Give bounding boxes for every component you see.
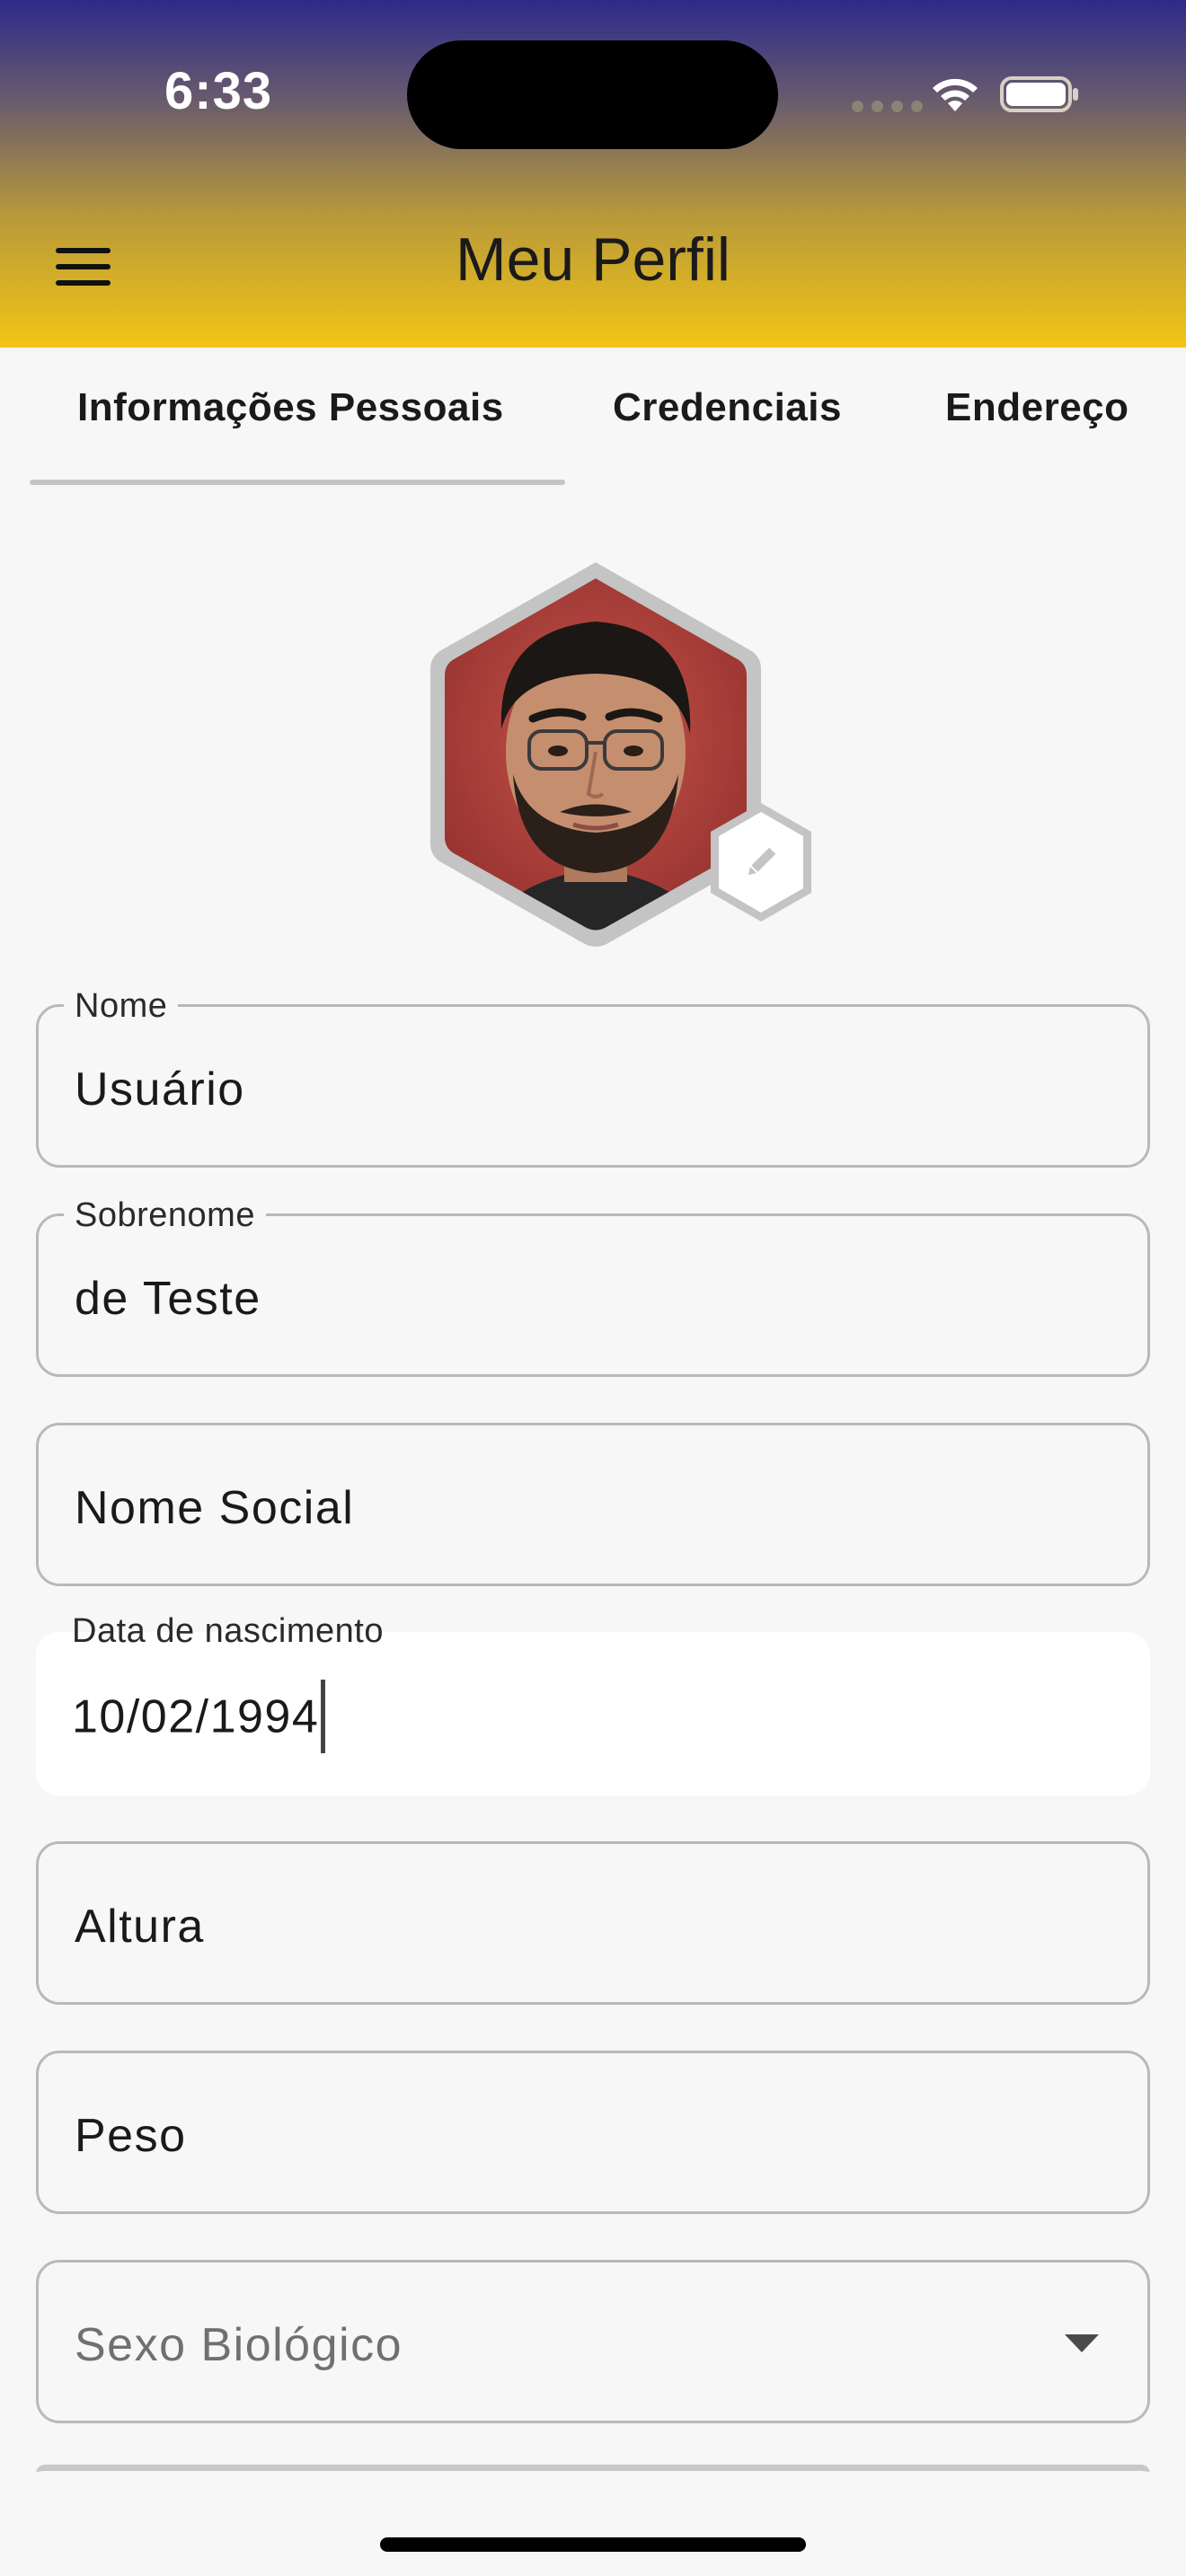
- nome-field[interactable]: Nome Usuário: [36, 987, 1150, 1168]
- battery-icon: [1000, 76, 1078, 112]
- dropdown-arrow-icon[interactable]: [1063, 2333, 1101, 2354]
- sobrenome-label: Sobrenome: [64, 1196, 266, 1234]
- profile-avatar[interactable]: [416, 559, 811, 954]
- data-nascimento-label: Data de nascimento: [72, 1612, 384, 1650]
- sobrenome-value: de Teste: [75, 1273, 261, 1325]
- tab-credenciais[interactable]: Credenciais: [613, 385, 842, 430]
- sobrenome-field[interactable]: Sobrenome de Teste: [36, 1196, 1150, 1377]
- peso-placeholder: Peso: [75, 2110, 187, 2162]
- active-tab-indicator: [30, 480, 565, 485]
- profile-tabs: Informações Pessoais Credenciais Endereç…: [0, 348, 1186, 488]
- dynamic-island: [407, 40, 778, 149]
- app-header: 6:33 Meu Perfil: [0, 0, 1186, 348]
- nome-social-field[interactable]: Nome Social: [36, 1423, 1150, 1586]
- cellular-signal-icon: [852, 101, 923, 112]
- altura-field[interactable]: Altura: [36, 1841, 1150, 2005]
- nome-social-placeholder: Nome Social: [75, 1482, 355, 1534]
- edit-avatar-button[interactable]: [703, 799, 819, 925]
- page-title: Meu Perfil: [455, 225, 731, 294]
- data-nascimento-field[interactable]: Data de nascimento 10/02/1994: [36, 1612, 1150, 1795]
- home-indicator[interactable]: [380, 2537, 806, 2552]
- tab-informacoes-pessoais[interactable]: Informações Pessoais: [77, 385, 504, 430]
- sexo-biologico-placeholder: Sexo Biológico: [75, 2319, 403, 2371]
- tab-endereco[interactable]: Endereço: [945, 385, 1129, 430]
- status-bar-time: 6:33: [164, 62, 273, 120]
- nome-label: Nome: [64, 987, 179, 1025]
- nome-value: Usuário: [75, 1063, 245, 1116]
- altura-placeholder: Altura: [75, 1901, 205, 1953]
- sexo-biologico-select[interactable]: Sexo Biológico: [36, 2260, 1150, 2423]
- text-cursor: [321, 1680, 326, 1753]
- wifi-icon: [933, 78, 978, 111]
- data-nascimento-value: 10/02/1994: [72, 1690, 320, 1743]
- peso-field[interactable]: Peso: [36, 2051, 1150, 2214]
